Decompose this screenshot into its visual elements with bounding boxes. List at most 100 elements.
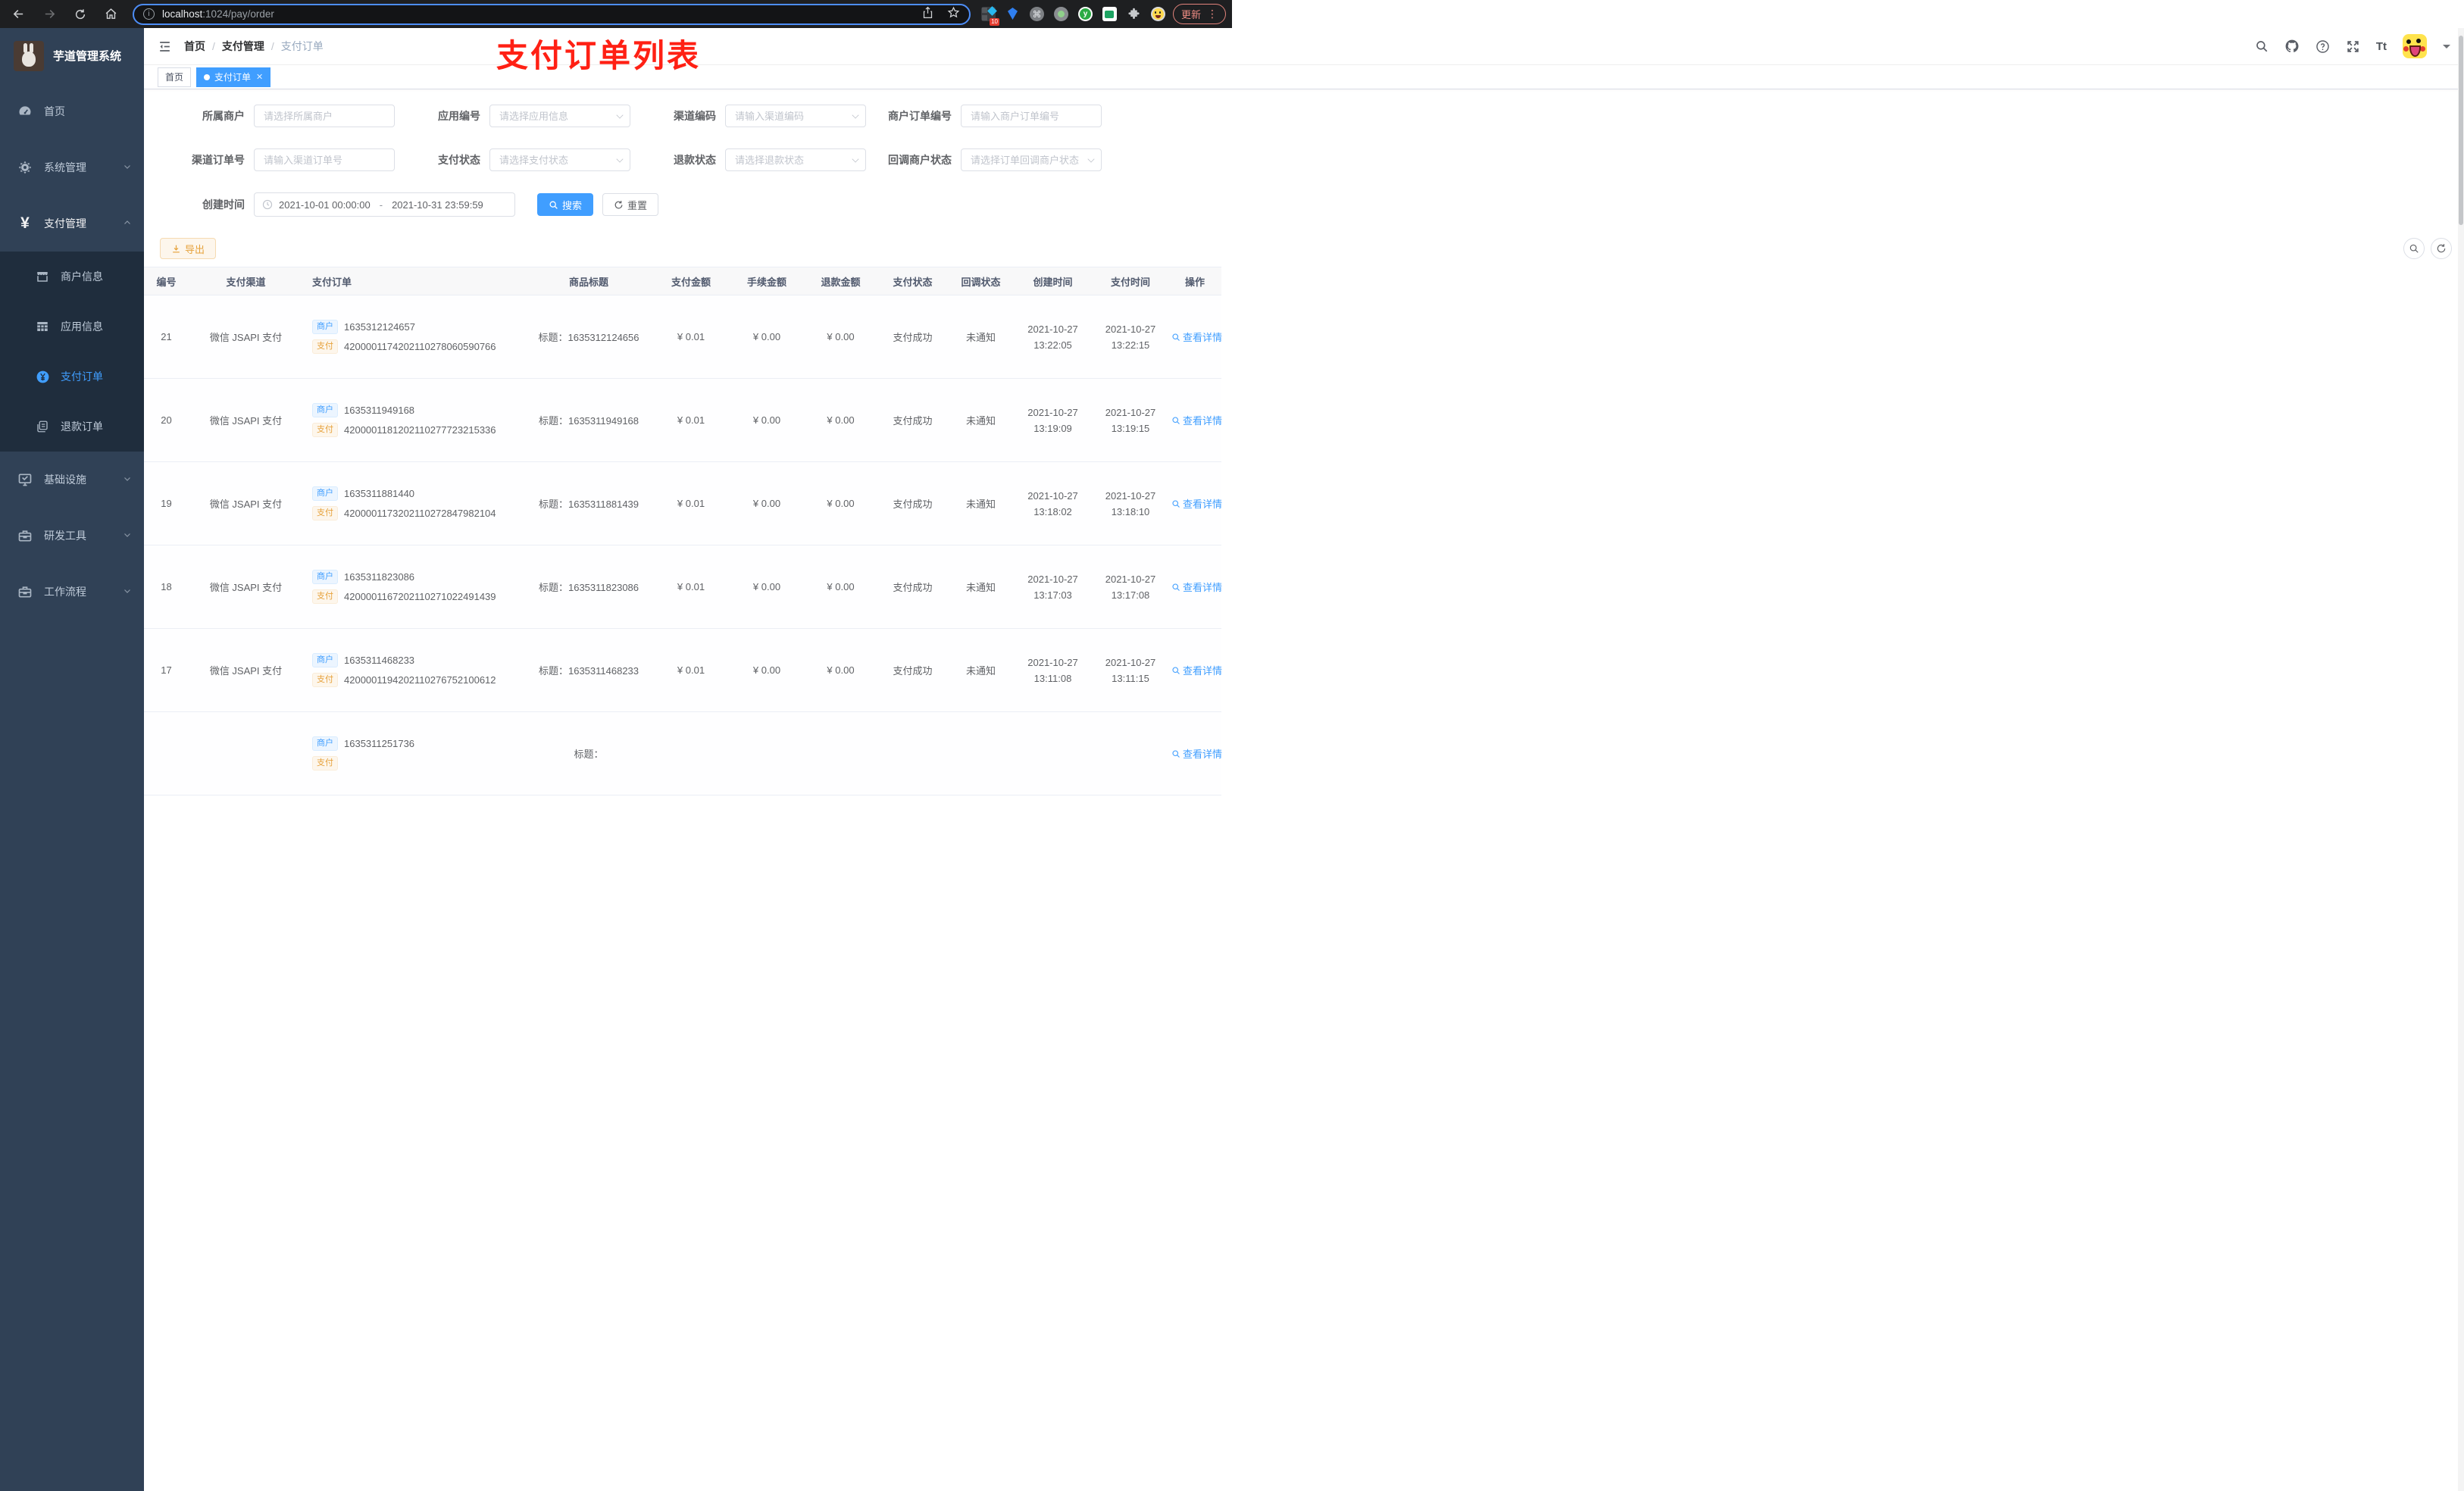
breadcrumb-current: 支付订单 [280, 40, 324, 52]
sidebar-item-refund-order[interactable]: 退款订单 [0, 402, 144, 452]
pay-status-select[interactable] [489, 148, 630, 171]
cell-create-time [1013, 711, 1093, 796]
export-button[interactable]: 导出 [160, 238, 217, 259]
sidebar-item-infrastructure[interactable]: 基础设施 [0, 452, 144, 508]
channel-code-select[interactable] [725, 105, 866, 127]
cell-notify: 未通知 [949, 545, 1013, 629]
extension-sketch-icon[interactable] [1005, 7, 1020, 21]
cell-channel: 微信 JSAPI 支付 [195, 461, 297, 545]
refund-status-select[interactable] [725, 148, 866, 171]
breadcrumb-home[interactable]: 首页 [184, 39, 205, 54]
extension-tampermonkey-icon[interactable]: 10 [980, 6, 999, 26]
sidebar-item-system[interactable]: 系统管理 [0, 139, 144, 195]
pay-tag: 支付 [312, 506, 338, 521]
view-detail-link[interactable]: 查看详情 [1171, 413, 1222, 427]
tag-pay-order[interactable]: 支付订单 ✕ [196, 67, 271, 87]
github-icon[interactable] [2284, 39, 2300, 54]
browser-back-icon[interactable] [12, 8, 25, 20]
share-icon[interactable] [922, 6, 933, 23]
fullscreen-icon[interactable] [2346, 39, 2360, 54]
channel-pay-no: 4200001194202110276752100612 [344, 674, 496, 686]
view-detail-label: 查看详情 [1183, 749, 1223, 760]
header-search-icon[interactable] [2255, 39, 2269, 53]
toolbox-icon [17, 527, 33, 544]
view-detail-link[interactable]: 查看详情 [1171, 496, 1222, 511]
merchant-tag: 商户 [312, 736, 338, 751]
extensions-puzzle-icon[interactable] [1127, 7, 1141, 21]
table-body: 21 微信 JSAPI 支付 商户 1635312124657 支付 42000… [144, 295, 1222, 796]
cell-actions: 查看详情 [1168, 711, 1222, 796]
view-detail-link[interactable]: 查看详情 [1171, 746, 1222, 761]
date-range-picker[interactable]: 2021-10-01 00:00:00 - 2021-10-31 23:59:5… [254, 192, 515, 217]
col-notify: 回调状态 [949, 267, 1013, 295]
avatar-caret-icon[interactable] [2443, 44, 2450, 52]
sidebar-item-workflow[interactable]: 工作流程 [0, 564, 144, 620]
sidebar-item-merchant-info[interactable]: 商户信息 [0, 252, 144, 302]
sidebar-item-pay-order[interactable]: 支付订单 [0, 352, 144, 402]
notify-status-select[interactable] [961, 148, 1102, 171]
profile-avatar-icon[interactable] [1150, 7, 1165, 21]
title-prefix: 标题： [538, 415, 568, 427]
tag-home[interactable]: 首页 [158, 67, 192, 87]
cell-channel: 微信 JSAPI 支付 [195, 628, 297, 712]
cell-pay-time [1093, 711, 1168, 796]
sidebar-fold-icon[interactable] [158, 39, 172, 54]
sidebar-item-dev-tools[interactable]: 研发工具 [0, 508, 144, 564]
channel-order-no-input[interactable] [254, 148, 395, 171]
table-row: 20 微信 JSAPI 支付 商户 1635311949168 支付 42000… [144, 378, 1222, 462]
filter-label: 渠道编码 [674, 110, 716, 122]
chevron-down-icon [123, 530, 132, 542]
sidebar-item-app-info[interactable]: 应用信息 [0, 302, 144, 352]
cell-notify [949, 711, 1013, 796]
cell-create-time: 2021-10-27 13:19:09 [1013, 378, 1093, 462]
filter-label: 商户订单编号 [888, 110, 952, 122]
sidebar-item-label: 首页 [44, 105, 65, 117]
sidebar-item-home[interactable]: 首页 [0, 83, 144, 139]
url-text: localhost:1024/pay/order [162, 8, 274, 20]
view-detail-link[interactable]: 查看详情 [1171, 330, 1222, 344]
browser-update-button[interactable]: 更新 ⋮ [1172, 4, 1226, 24]
hide-search-icon[interactable] [2403, 238, 2425, 259]
filter-merchant-order-no: 商户订单编号 [877, 105, 1102, 127]
tag-label: 首页 [165, 72, 184, 83]
help-icon[interactable] [2315, 39, 2330, 54]
view-detail-link[interactable]: 查看详情 [1171, 580, 1222, 594]
merchant-order-no-input[interactable] [961, 105, 1102, 127]
merchant-tag: 商户 [312, 652, 338, 667]
reset-button[interactable]: 重置 [602, 193, 659, 216]
app-logo[interactable]: 芋道管理系统 [0, 28, 144, 83]
extension-command-icon[interactable]: ⌘ [1029, 7, 1044, 21]
cell-create-time: 2021-10-27 13:22:05 [1013, 295, 1093, 379]
extension-chat-icon[interactable] [1102, 7, 1117, 21]
filter-label: 退款状态 [674, 154, 716, 166]
breadcrumb-payment[interactable]: 支付管理 [222, 39, 264, 54]
site-info-icon[interactable]: i [143, 8, 155, 20]
bookmark-star-icon[interactable] [947, 6, 960, 23]
extension-status-icon[interactable] [1053, 7, 1068, 21]
browser-menu-icon[interactable]: ⋮ [1207, 8, 1218, 20]
tag-close-icon[interactable]: ✕ [256, 72, 263, 82]
browser-forward-icon[interactable] [43, 8, 56, 20]
cell-amount: ¥ 0.01 [653, 378, 729, 462]
cell-status: 支付成功 [877, 545, 949, 629]
browser-home-icon[interactable] [105, 8, 117, 20]
search-button[interactable]: 搜索 [537, 193, 594, 216]
refresh-table-icon[interactable] [2431, 238, 2452, 259]
sidebar-item-payment[interactable]: ¥ 支付管理 [0, 195, 144, 252]
dashboard-icon [17, 103, 33, 120]
view-detail-link[interactable]: 查看详情 [1171, 663, 1222, 677]
window-scrollbar[interactable] [2458, 28, 2464, 1491]
orders-table: 编号 支付渠道 支付订单 商品标题 支付金额 手续金额 退款金额 支付状态 回调… [144, 267, 1222, 796]
address-bar[interactable]: i localhost:1024/pay/order [133, 3, 971, 25]
browser-reload-icon[interactable] [74, 8, 86, 20]
font-size-icon[interactable]: Tt [2376, 40, 2387, 53]
tag-label: 支付订单 [214, 72, 252, 83]
user-avatar[interactable] [2403, 34, 2427, 58]
view-detail-label: 查看详情 [1183, 499, 1223, 510]
scrollbar-thumb[interactable] [2459, 36, 2463, 225]
filter-row-2: 渠道订单号 支付状态 退款状态 回调商户状态 [144, 148, 2464, 171]
merchant-input[interactable] [254, 105, 395, 127]
app-no-select[interactable] [489, 105, 630, 127]
extension-y-icon[interactable]: y [1077, 7, 1093, 21]
pay-tag: 支付 [312, 339, 338, 355]
